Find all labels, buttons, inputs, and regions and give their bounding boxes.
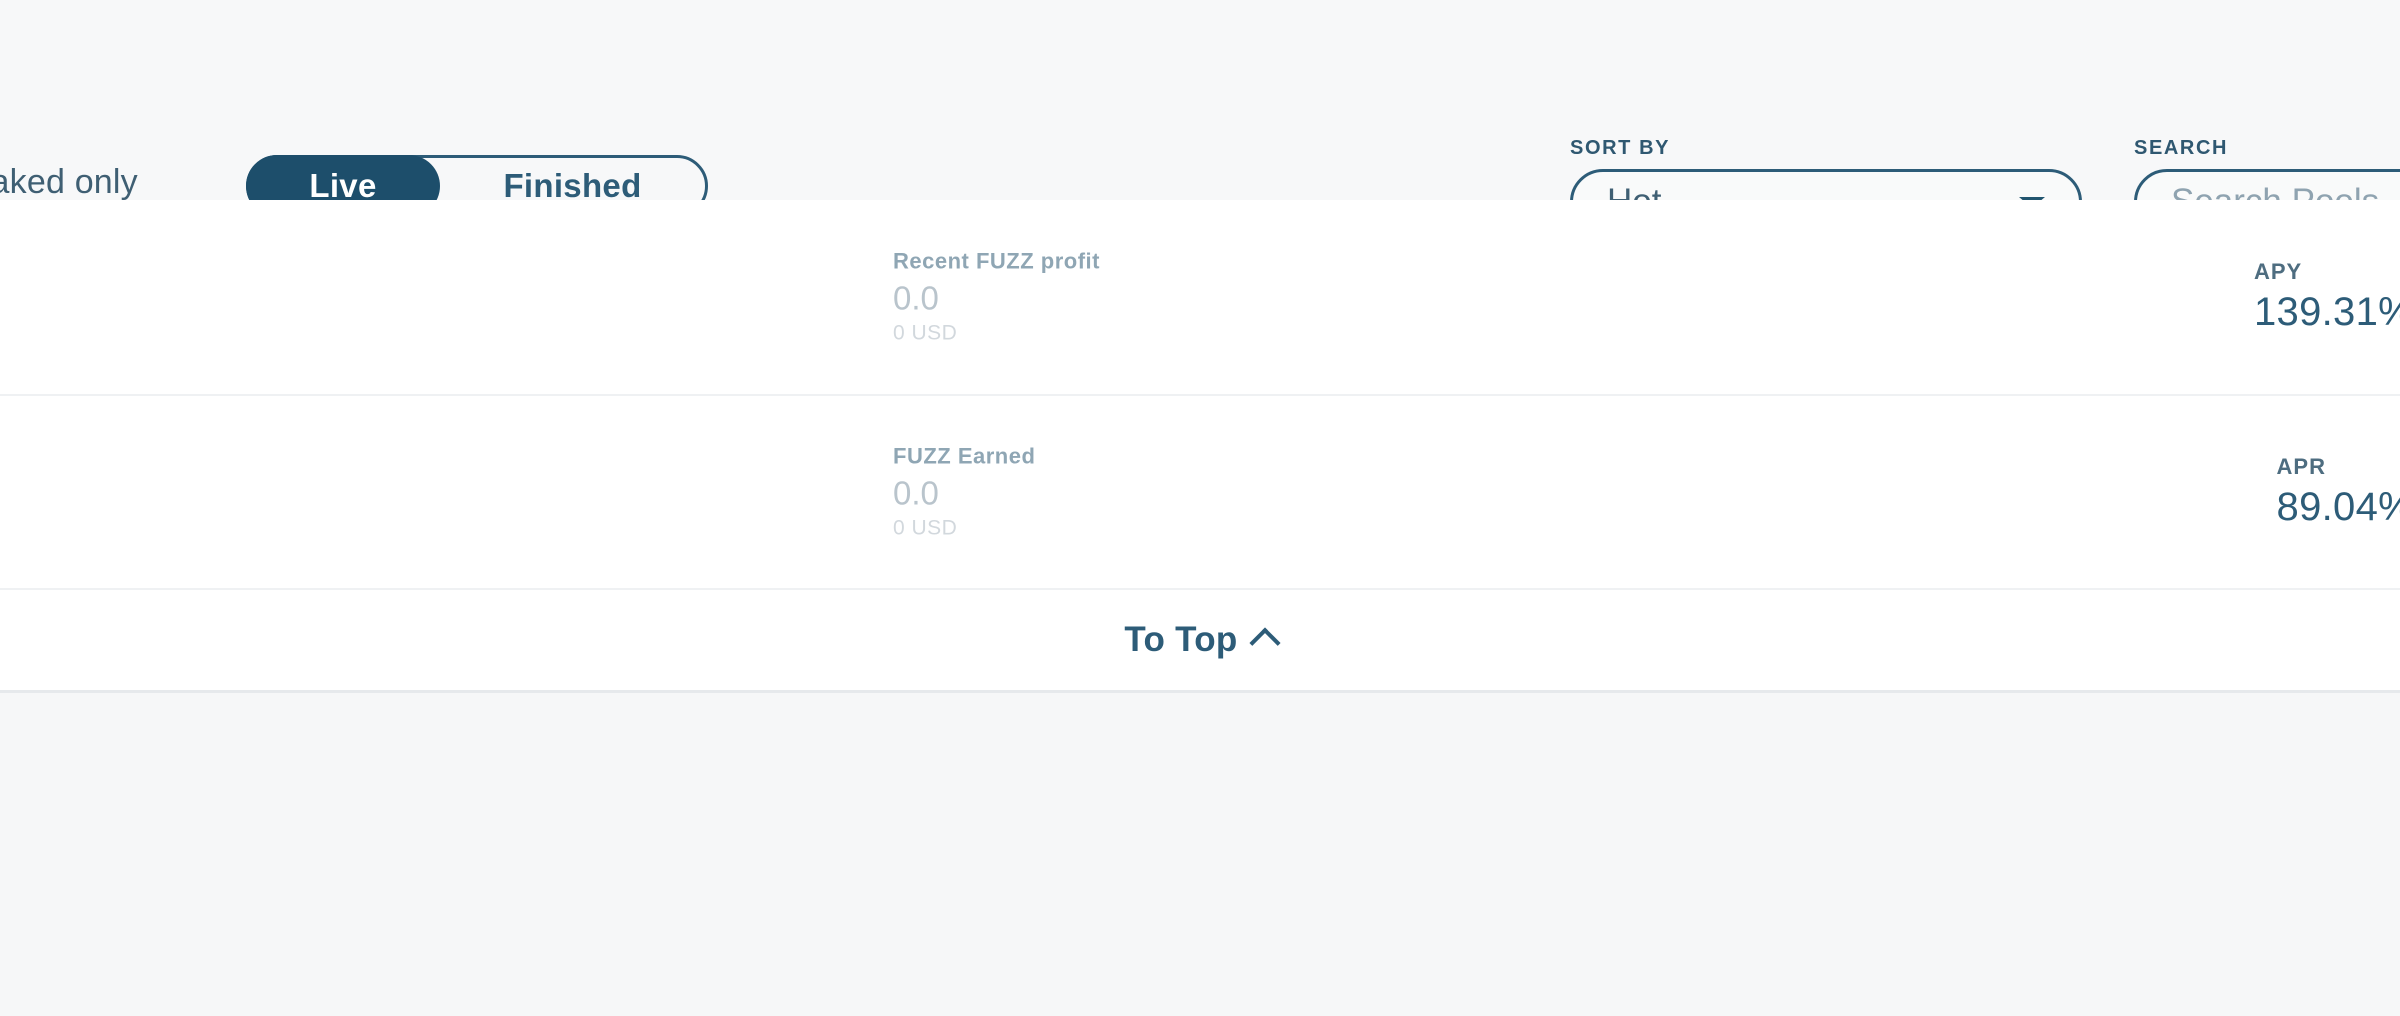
to-top-label: To Top [1124,620,1238,659]
rate-value: 89.04% [2276,485,2400,529]
page-bottom-area [0,696,2400,1016]
chevron-up-icon[interactable] [1249,627,1281,659]
pool-rate: APR 89.04% [2277,454,2400,530]
pool-metric: Recent FUZZ profit 0.0 0 USD [893,249,1100,346]
to-top-button[interactable]: To Top [1124,620,1281,660]
metric-title: Recent FUZZ profit [893,248,1100,274]
top-strip [0,0,2400,55]
metric-value: 0.0 [893,474,939,512]
table-row[interactable]: Staking Recent FUZZ profit 0.0 0 USD APY… [0,200,2400,396]
pools-page: Staked only Live Finished SORT BY Hot SE… [0,0,2400,1016]
rate-label: APY [2253,259,2303,284]
search-label: SEARCH [2134,137,2229,159]
metric-title: FUZZ Earned [893,443,1036,469]
to-top-row[interactable]: To Top [0,590,2400,693]
metric-subvalue: 0 USD [893,321,958,345]
sort-by-label: SORT BY [1570,137,1671,159]
metric-value: 0.0 [893,279,939,317]
pool-rate: APY 139.31% [2254,259,2400,335]
filter-toolbar: Staked only Live Finished SORT BY Hot SE… [0,55,2400,235]
staked-only-label: Staked only [0,163,138,201]
metric-subvalue: 0 USD [893,516,958,540]
table-row[interactable]: FUZZ FUZZ Earned 0.0 0 USD APR 89.04% [0,396,2400,590]
pool-list-card: Staking Recent FUZZ profit 0.0 0 USD APY… [0,200,2400,693]
rate-label: APR [2276,454,2326,479]
pool-metric: FUZZ Earned 0.0 0 USD [893,444,1035,541]
rate-value: 139.31% [2253,290,2400,334]
